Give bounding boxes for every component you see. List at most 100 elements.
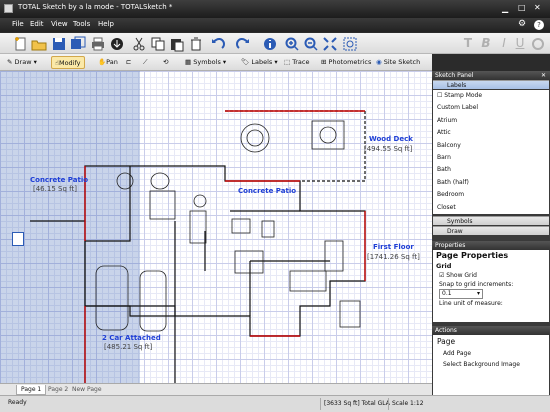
snap-select[interactable]: 0.1 ▾	[439, 289, 483, 299]
text-icon: T	[463, 36, 473, 50]
save-icon[interactable]	[51, 36, 67, 52]
site-sketch-tool-button[interactable]: ◉ Site Sketch	[373, 56, 423, 69]
italic-icon: I	[502, 36, 506, 50]
symbols-tool-button[interactable]: ▦ Symbols ▾	[182, 56, 229, 69]
minimize-button[interactable]: ▁	[502, 4, 508, 13]
save-as-icon[interactable]	[70, 36, 86, 52]
trace-tool-button[interactable]: ⬚ Trace	[281, 56, 312, 69]
menu-tools[interactable]: Tools	[69, 20, 94, 28]
open-folder-icon[interactable]	[31, 36, 47, 52]
list-item[interactable]: Atrium	[433, 115, 549, 127]
labels-tool-button[interactable]: 🏷 Labels ▾	[238, 56, 281, 69]
select-background-image-link[interactable]: Select Background Image	[433, 359, 549, 370]
list-item[interactable]: Balcony	[433, 140, 549, 152]
status-scale: Scale 1:12	[388, 398, 427, 410]
panel-toggle-handle[interactable]	[12, 232, 24, 246]
snap-label: Snap to grid increments:	[439, 281, 514, 288]
zoom-in-icon[interactable]	[284, 36, 300, 52]
grid-section-label: Grid	[436, 262, 452, 270]
help-icon[interactable]: ?	[534, 20, 544, 30]
stamp-mode-label: Stamp Mode	[444, 92, 483, 99]
trace-label: Trace	[292, 58, 310, 66]
draw-tool-button[interactable]: ✎ Draw ▾	[4, 56, 40, 69]
menu-edit[interactable]: Edit	[26, 20, 48, 28]
labels-tab[interactable]: Labels	[433, 80, 549, 89]
actions-title: Actions	[435, 327, 457, 334]
list-item[interactable]: Closet	[433, 202, 549, 214]
photometrics-label: Photometrics	[328, 58, 372, 66]
zoom-out-icon[interactable]	[303, 36, 319, 52]
gear-icon[interactable]: ⚙	[518, 19, 526, 29]
standard-toolbar: T B I U	[0, 33, 550, 54]
tab-page-1[interactable]: Page 1	[16, 385, 47, 395]
right-panels: Sketch Panel ✕ Labels ☐ Stamp Mode Custom…	[432, 71, 550, 395]
menu-view[interactable]: View	[47, 20, 72, 28]
modify-tool-button[interactable]: ☝Modify	[51, 56, 85, 69]
site-sketch-icon: ◉	[376, 58, 382, 66]
label-wood-deck[interactable]: Wood Deck	[369, 135, 413, 143]
list-item[interactable]: Bedroom	[433, 189, 549, 201]
sketch-canvas[interactable]: Concrete Patio [46.15 Sq ft] Wood Deck […	[0, 71, 432, 383]
tab-new-page[interactable]: New Page	[68, 385, 106, 395]
info-icon[interactable]	[262, 36, 278, 52]
new-icon[interactable]	[12, 36, 28, 52]
list-item[interactable]: Attic	[433, 127, 549, 139]
add-page-link[interactable]: Add Page	[433, 348, 549, 359]
labels-label: Labels	[251, 58, 273, 66]
redo-icon[interactable]	[235, 36, 251, 52]
menu-file[interactable]: File	[8, 20, 28, 28]
site-sketch-label: Site Sketch	[383, 58, 421, 66]
label-first-floor-area: [1741.26 Sq ft]	[367, 253, 420, 261]
list-item[interactable]: Bath (half)	[433, 177, 549, 189]
snap-value: 0.1	[442, 290, 452, 297]
label-concrete-patio[interactable]: Concrete Patio	[30, 176, 88, 184]
symbols-tab[interactable]: Symbols	[433, 216, 549, 225]
label-concrete-patio-2[interactable]: Concrete Patio	[238, 187, 296, 195]
line-unit-label: Line unit of measure:	[439, 300, 503, 307]
maximize-button[interactable]: □	[518, 3, 526, 12]
symbols-tab-label: Symbols	[447, 218, 473, 225]
labels-tab-label: Labels	[447, 82, 467, 89]
label-concrete-patio-area: [46.15 Sq ft]	[33, 185, 77, 193]
rotate-tool-icon[interactable]: ⟲	[160, 56, 171, 69]
download-icon[interactable]	[109, 36, 125, 52]
label-wood-deck-area: [494.55 Sq ft]	[364, 145, 413, 153]
underline-icon: U	[515, 36, 525, 50]
zoom-window-icon[interactable]	[342, 36, 358, 52]
label-first-floor[interactable]: First Floor	[373, 243, 414, 251]
angle-tool-icon[interactable]: ⟋	[140, 56, 151, 69]
cut-icon[interactable]	[131, 36, 147, 52]
undo-icon[interactable]	[210, 36, 226, 52]
list-item[interactable]: ☐ Stamp Mode	[433, 90, 549, 102]
properties-header: Properties	[432, 241, 550, 250]
page-tabs: Page 1 Page 2 New Page	[0, 383, 432, 395]
list-item[interactable]: Bath	[433, 164, 549, 176]
paste-icon[interactable]	[169, 36, 185, 52]
window-title: TOTAL Sketch by a la mode - TOTALSketch …	[18, 3, 173, 11]
app-window: TOTAL Sketch by a la mode - TOTALSketch …	[0, 0, 550, 412]
fit-to-page-icon[interactable]	[322, 36, 338, 52]
hand-icon: ✋	[98, 58, 107, 66]
delete-icon[interactable]	[188, 36, 204, 52]
line-tool-icon[interactable]: ⊏	[123, 56, 134, 69]
show-grid-checkbox[interactable]: ☑ Show Grid	[433, 271, 549, 280]
chevron-down-icon: ▾	[476, 290, 480, 297]
pan-tool-button[interactable]: ✋Pan	[95, 56, 121, 69]
close-button[interactable]: ✕	[534, 3, 541, 12]
trace-icon: ⬚	[284, 58, 291, 66]
properties-body: Page Properties Grid ☑ Show Grid Snap to…	[433, 250, 549, 322]
sketch-toolbar: ✎ Draw ▾ ☝Modify ✋Pan ⊏ ⟋ ⟲ ▦ Symbols ▾ …	[0, 54, 432, 71]
copy-icon[interactable]	[150, 36, 166, 52]
pan-label: Pan	[106, 58, 118, 66]
label-2-car-attached[interactable]: 2 Car Attached	[102, 334, 161, 342]
list-item[interactable]: Custom Label	[433, 102, 549, 114]
status-bar: Ready [3633 Sq ft] Total GLA Scale 1:12	[0, 395, 550, 412]
print-icon[interactable]	[90, 36, 106, 52]
photometrics-tool-button[interactable]: ⊞ Photometrics	[318, 56, 374, 69]
properties-title: Properties	[435, 242, 466, 249]
close-icon[interactable]: ✕	[541, 71, 546, 80]
list-item[interactable]: Barn	[433, 152, 549, 164]
menu-help[interactable]: Help	[94, 20, 118, 28]
status-ready: Ready	[8, 399, 27, 406]
draw-tab[interactable]: Draw	[433, 226, 549, 235]
